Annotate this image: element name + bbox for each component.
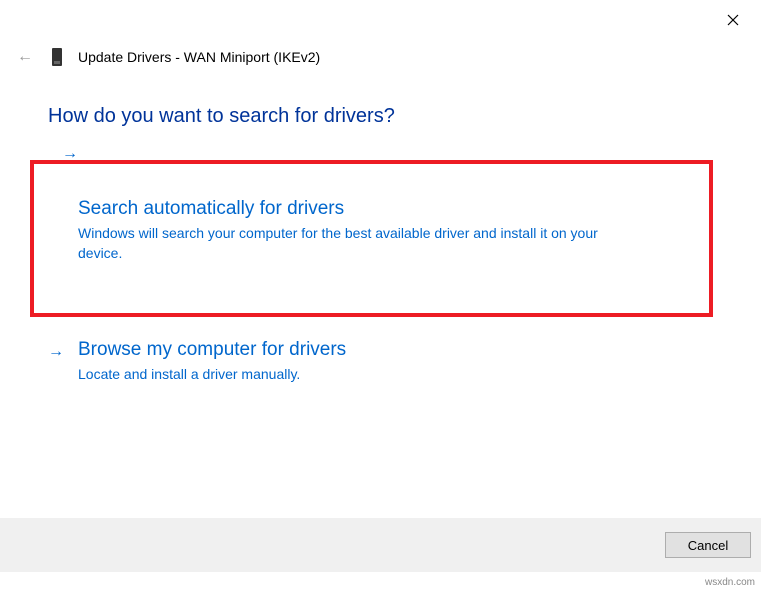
device-icon [52,48,62,66]
option-browse-description: Locate and install a driver manually. [78,365,638,385]
arrow-right-icon: → [62,145,78,163]
content-area: How do you want to search for drivers? →… [48,105,713,385]
option-search-automatically[interactable]: → Search automatically for drivers Windo… [30,160,713,317]
option-auto-title: Search automatically for drivers [78,198,673,220]
arrow-right-icon: → [48,343,64,361]
option-auto-description: Windows will search your computer for th… [78,224,638,263]
page-heading: How do you want to search for drivers? [48,105,713,128]
watermark: wsxdn.com [705,577,755,588]
close-button[interactable] [723,10,743,30]
option-browse-title: Browse my computer for drivers [78,339,713,361]
back-arrow-icon: ← [16,48,34,66]
dialog-header: ← Update Drivers - WAN Miniport (IKEv2) [16,48,320,66]
dialog-title: Update Drivers - WAN Miniport (IKEv2) [78,49,320,65]
close-icon [727,14,739,26]
dialog-footer: Cancel [0,518,761,572]
cancel-button[interactable]: Cancel [665,532,751,558]
option-browse-computer[interactable]: → Browse my computer for drivers Locate … [48,339,713,385]
